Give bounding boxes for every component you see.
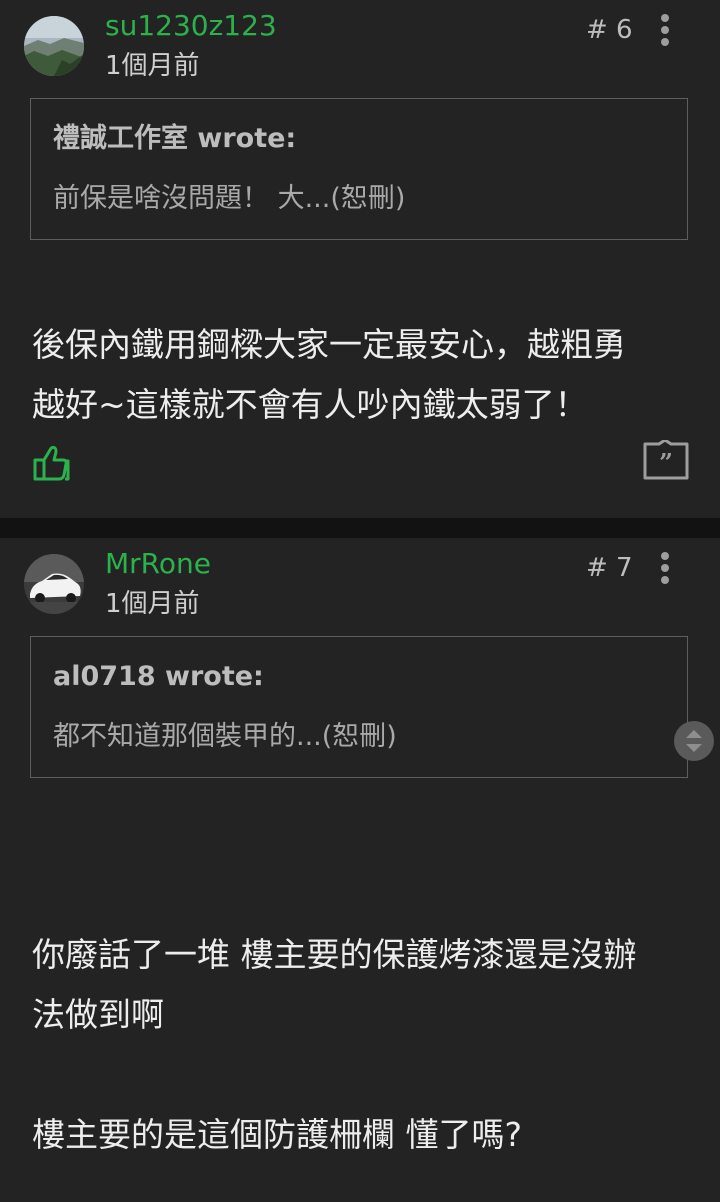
svg-text:”: ” xyxy=(659,448,673,477)
post-time: 1個月前 xyxy=(105,51,200,81)
floor-number: # 6 xyxy=(586,15,633,45)
avatar-car-image xyxy=(24,554,84,614)
post-separator xyxy=(0,518,720,538)
post-6: su1230z123 1個月前 # 6 禮誠工作室 wrote: 前保是啥沒問題… xyxy=(0,0,720,518)
post-content: 你廢話了一堆 樓主要的保護烤漆還是沒辦 法做到啊 樓主要的是這個防護柵欄 懂了嗎… xyxy=(32,935,637,1154)
avatar-landscape-image xyxy=(24,16,84,76)
quote-text: 都不知道那個裝甲的...(恕刪) xyxy=(53,721,397,752)
username[interactable]: MrRone xyxy=(105,544,211,584)
username[interactable]: su1230z123 xyxy=(105,6,277,46)
quote-author: al0718 wrote: xyxy=(53,661,264,692)
floor-number: # 7 xyxy=(586,553,633,583)
quote-block: 禮誠工作室 wrote: 前保是啥沒問題！ 大...(恕刪) xyxy=(30,98,688,240)
quote-bubble-icon[interactable]: ” xyxy=(643,438,689,480)
more-vertical-icon[interactable] xyxy=(652,550,678,586)
thumbs-up-icon[interactable] xyxy=(30,442,72,484)
post-7: MrRone 1個月前 # 7 al0718 wrote: 都不知道那個裝甲的.… xyxy=(0,538,720,1202)
quote-author: 禮誠工作室 wrote: xyxy=(53,123,297,154)
avatar[interactable] xyxy=(24,16,84,76)
scroll-handle-icon[interactable] xyxy=(674,721,714,761)
quote-block: al0718 wrote: 都不知道那個裝甲的...(恕刪) xyxy=(30,636,688,778)
quote-text: 前保是啥沒問題！ 大...(恕刪) xyxy=(53,183,406,214)
avatar[interactable] xyxy=(24,554,84,614)
post-time: 1個月前 xyxy=(105,589,200,619)
post-content: 後保內鐵用鋼樑大家一定最安心，越粗勇 越好~這樣就不會有人吵內鐵太弱了！ xyxy=(32,325,626,424)
more-vertical-icon[interactable] xyxy=(652,12,678,48)
